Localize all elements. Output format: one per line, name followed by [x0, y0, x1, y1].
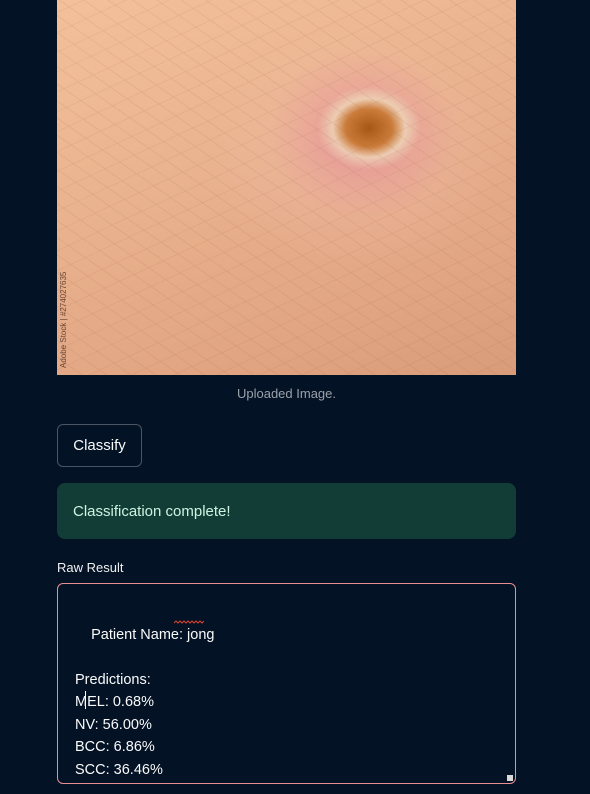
- success-alert-text: Classification complete!: [73, 502, 231, 520]
- skin-texture: [57, 0, 516, 375]
- image-caption: Uploaded Image.: [236, 386, 336, 401]
- image-watermark: Adobe Stock | #274027635: [59, 271, 68, 368]
- classify-button[interactable]: Classify: [57, 424, 142, 467]
- resize-handle[interactable]: [507, 775, 513, 781]
- uploaded-image: Adobe Stock | #274027635: [57, 0, 516, 375]
- raw-result-label: Raw Result: [57, 560, 124, 575]
- text-caret: [85, 691, 86, 709]
- spellcheck-underline: [174, 620, 204, 624]
- raw-result-textarea[interactable]: Patient Name: jong Predictions: MEL: 0.6…: [57, 583, 516, 784]
- app-main: Adobe Stock | #274027635 Uploaded Image.…: [0, 0, 590, 794]
- raw-result-text: Patient Name: jong Predictions: MEL: 0.6…: [75, 626, 215, 778]
- success-alert: Classification complete!: [57, 483, 516, 539]
